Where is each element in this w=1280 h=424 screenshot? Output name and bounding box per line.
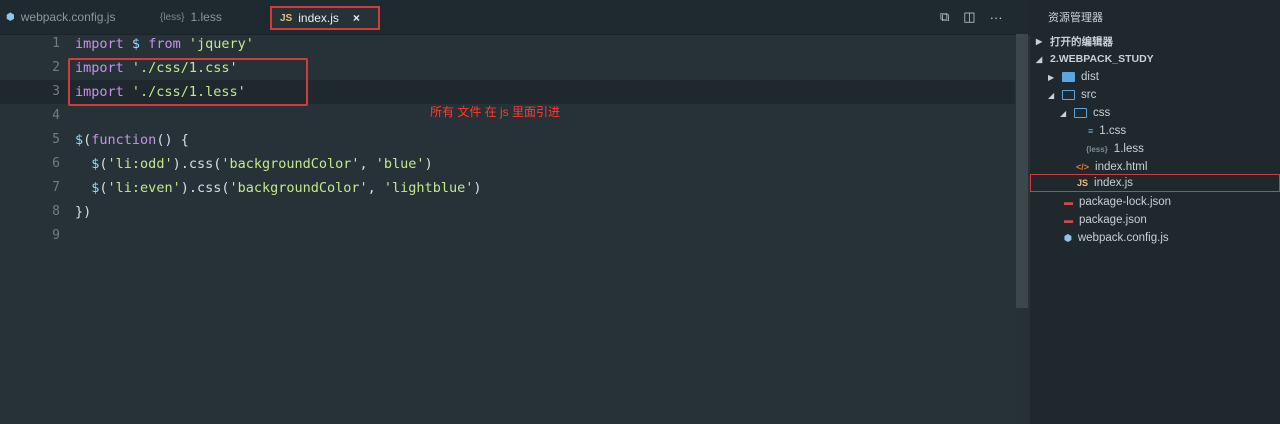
tree-item-index-js[interactable]: JS index.js	[1030, 174, 1280, 192]
project-section[interactable]: ◢ 2.WEBPACK_STUDY	[1036, 50, 1154, 68]
explorer-panel: 资源管理器 ▶ 打开的编辑器 ◢ 2.WEBPACK_STUDY ▶ dist …	[1030, 0, 1280, 424]
tree-item-label: index.html	[1095, 161, 1148, 173]
js-file-icon: JS	[1077, 178, 1089, 188]
code-line: })	[75, 204, 92, 220]
less-icon: {less}	[160, 11, 185, 23]
line-number: 7	[52, 180, 60, 195]
code-line: $(function() {	[75, 132, 189, 148]
editor-tab-bar: ⬢ webpack.config.js {less} 1.less JS ind…	[0, 0, 1030, 35]
section-label: 打开的编辑器	[1050, 35, 1113, 48]
code-line: $('li:odd').css('backgroundColor', 'blue…	[91, 156, 433, 172]
js-icon: JS	[280, 12, 293, 24]
tab-label: index.js	[298, 11, 339, 25]
close-icon[interactable]: ×	[353, 11, 360, 25]
tab-label: 1.less	[190, 10, 222, 24]
html-file-icon: </>	[1076, 162, 1090, 172]
less-file-icon: {less}	[1086, 144, 1108, 154]
chevron-down-icon: ◢	[1048, 90, 1055, 100]
annotation-text: 所有 文件 在 js 里面引进	[430, 105, 561, 119]
section-label: 2.WEBPACK_STUDY	[1050, 53, 1154, 65]
line-number: 5	[52, 132, 60, 147]
line-number: 6	[52, 156, 60, 171]
tree-item-dist[interactable]: ▶ dist	[1048, 68, 1099, 86]
tree-item-label: css	[1093, 107, 1111, 119]
scrollbar-thumb[interactable]	[1016, 34, 1028, 308]
line-number: 4	[52, 108, 60, 123]
folder-open-icon	[1074, 108, 1087, 118]
tree-item-label: package.json	[1079, 214, 1147, 226]
tree-item-label: webpack.config.js	[1077, 232, 1169, 244]
tree-item-package-json[interactable]: ▬ package.json	[1064, 211, 1147, 229]
tree-item-label: index.js	[1094, 177, 1134, 189]
chevron-down-icon: ◢	[1036, 54, 1043, 64]
split-editor-icon[interactable]: ◫	[963, 9, 975, 25]
import-highlight-box	[68, 58, 308, 106]
tree-item-label: package-lock.json	[1079, 196, 1172, 208]
line-number: 2	[52, 60, 60, 75]
json-file-icon: ▬	[1064, 215, 1073, 225]
line-number: 1	[52, 36, 60, 51]
folder-open-icon	[1062, 90, 1075, 100]
compare-icon[interactable]: ⧉	[940, 9, 949, 25]
tree-item-label: src	[1081, 89, 1097, 101]
tree-item-1-less[interactable]: {less} 1.less	[1086, 140, 1144, 158]
tree-item-label: 1.less	[1113, 143, 1144, 155]
open-editors-section[interactable]: ▶ 打开的编辑器	[1036, 32, 1113, 50]
chevron-right-icon: ▶	[1036, 36, 1043, 46]
line-number: 9	[52, 228, 60, 243]
tab-index-js[interactable]: JS index.js ×	[270, 6, 380, 30]
tree-item-css[interactable]: ◢ css	[1060, 104, 1110, 122]
explorer-title: 资源管理器	[1048, 12, 1103, 24]
tab-webpack-config[interactable]: ⬢ webpack.config.js	[6, 0, 115, 34]
tree-item-1-css[interactable]: ≡ 1.css	[1088, 122, 1126, 140]
line-number: 8	[52, 204, 60, 219]
line-number: 3	[52, 84, 60, 99]
webpack-icon: ⬢	[6, 11, 15, 23]
chevron-down-icon: ◢	[1060, 108, 1067, 118]
chevron-right-icon: ▶	[1048, 72, 1055, 82]
code-editor[interactable]: 1 2 3 4 5 6 7 8 9 import $ from 'jquery'…	[0, 34, 1015, 424]
tree-item-src[interactable]: ◢ src	[1048, 86, 1096, 104]
code-line: import $ from 'jquery'	[75, 36, 254, 52]
tree-item-webpack-config[interactable]: ⬢ webpack.config.js	[1064, 229, 1169, 247]
tree-item-package-lock[interactable]: ▬ package-lock.json	[1064, 193, 1171, 211]
json-file-icon: ▬	[1064, 197, 1073, 207]
tab-label: webpack.config.js	[20, 10, 116, 24]
more-icon[interactable]: ···	[990, 10, 1003, 25]
code-line: $('li:even').css('backgroundColor', 'lig…	[91, 180, 482, 196]
css-file-icon: ≡	[1088, 126, 1094, 136]
tree-item-label: 1.css	[1099, 125, 1127, 137]
tree-item-label: dist	[1081, 71, 1099, 83]
folder-icon	[1062, 72, 1075, 82]
tab-1-less[interactable]: {less} 1.less	[160, 0, 222, 34]
editor-actions: ⧉ ◫ ···	[940, 0, 1003, 34]
webpack-file-icon: ⬢	[1064, 232, 1072, 243]
